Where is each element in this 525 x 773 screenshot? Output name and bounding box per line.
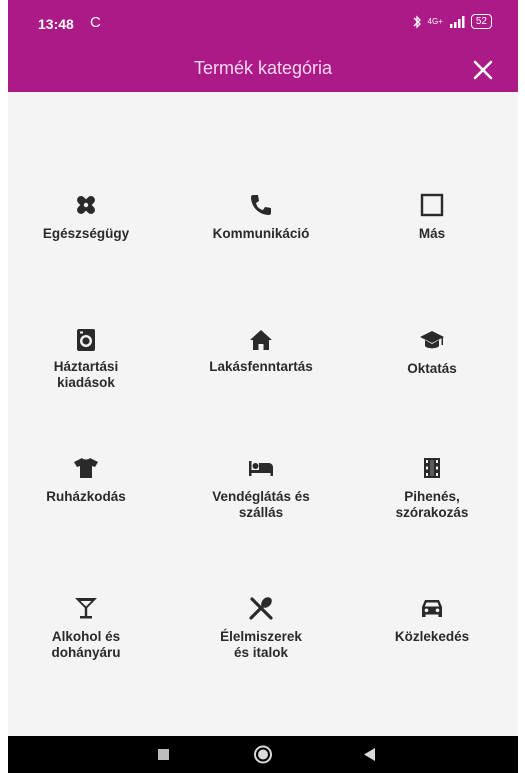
status-time: 13:48 (38, 16, 74, 32)
category-label: Pihenés, szórakozás (362, 489, 502, 521)
phone-icon (251, 195, 271, 215)
bed-icon (249, 461, 273, 476)
bandage-icon (77, 196, 95, 214)
close-icon[interactable] (468, 55, 498, 85)
category-kommunikacio[interactable]: Kommunikáció (191, 192, 331, 242)
category-grid: Egészségügy Kommunikáció Más Háztartási (8, 92, 518, 736)
category-mas[interactable]: Más (362, 192, 502, 242)
washing-machine-icon (77, 329, 95, 351)
sync-icon: C (90, 14, 101, 31)
category-haztartasi-kiadasok[interactable]: Háztartási kiadások (16, 327, 156, 391)
category-label: Ruházkodás (46, 489, 126, 504)
category-pihenes-szorakozas[interactable]: Pihenés, szórakozás (362, 455, 502, 521)
category-label: Közlekedés (394, 629, 470, 644)
status-icons: 4G+ 52 (412, 14, 492, 29)
category-label-text: Háztartási kiadások (53, 359, 119, 390)
category-label: Lakásfenntartás (191, 359, 331, 375)
recents-button[interactable] (144, 736, 184, 773)
category-label: Vendéglátás és szállás (191, 489, 331, 521)
page-title: Termék kategória (193, 58, 333, 78)
category-label-text: Pihenés, szórakozás (395, 489, 469, 520)
home-button[interactable] (243, 736, 283, 773)
category-kozlekedes[interactable]: Közlekedés (362, 595, 502, 645)
category-vendeglatas-es-szallas[interactable]: Vendéglátás és szállás (191, 455, 331, 521)
app-frame: 13:48 C 4G+ 52 Termék kategória Egészség… (8, 0, 518, 773)
square-outline-icon (420, 193, 444, 217)
category-label: Alkohol és dohányáru (16, 629, 156, 661)
house-icon (250, 330, 272, 350)
status-bar: 13:48 C 4G+ 52 (8, 0, 518, 50)
category-label: Háztartási kiadások (16, 359, 156, 391)
network-label: 4G+ (427, 17, 443, 26)
back-button[interactable] (350, 736, 390, 773)
cocktail-icon (75, 598, 97, 619)
car-icon (422, 600, 442, 617)
film-icon (424, 458, 440, 478)
category-ruhazkodas[interactable]: Ruházkodás (16, 455, 156, 505)
category-alkohol-es-dohanyaru[interactable]: Alkohol és dohányáru (16, 595, 156, 661)
category-label-text: Élelmiszerek és italok (220, 629, 302, 660)
tshirt-icon (74, 458, 98, 478)
app-bar: Termék kategória (8, 50, 518, 92)
graduation-cap-icon (420, 331, 444, 349)
category-label-text: Alkohol és dohányáru (51, 629, 121, 660)
category-label: Kommunikáció (212, 226, 310, 241)
signal-icon (449, 15, 465, 28)
category-egeszsegugy[interactable]: Egészségügy (16, 192, 156, 242)
category-elelmiszerek-es-italok[interactable]: Élelmiszerek és italok (191, 595, 331, 661)
category-oktatas[interactable]: Oktatás (362, 327, 502, 377)
category-label: Egészségügy (42, 226, 130, 241)
category-label-text: Lakásfenntartás (209, 359, 313, 374)
system-nav-bar (8, 736, 518, 773)
category-label: Élelmiszerek és italok (191, 629, 331, 661)
category-label: Más (418, 226, 446, 241)
bluetooth-icon (413, 14, 421, 29)
category-label: Oktatás (407, 361, 457, 376)
category-label-text: Vendéglátás és szállás (212, 489, 310, 520)
utensils-icon (249, 597, 273, 620)
category-lakasfenntartas[interactable]: Lakásfenntartás (191, 327, 331, 375)
battery-indicator: 52 (470, 14, 492, 29)
